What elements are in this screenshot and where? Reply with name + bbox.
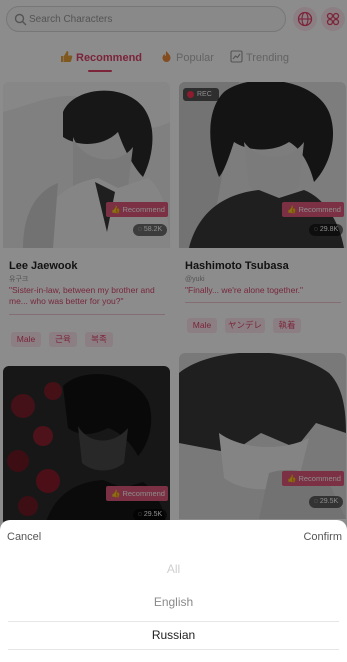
confirm-button[interactable]: Confirm — [303, 530, 342, 544]
cancel-button[interactable]: Cancel — [7, 530, 41, 544]
selection-indicator-top — [8, 621, 339, 622]
selection-indicator-bottom — [8, 649, 339, 650]
picker-option-english[interactable]: English — [0, 594, 347, 610]
picker-option-all[interactable]: All — [0, 561, 347, 577]
picker-option-russian[interactable]: Russian — [0, 627, 347, 643]
language-picker-sheet: Cancel Confirm All English Russian — [0, 520, 347, 662]
